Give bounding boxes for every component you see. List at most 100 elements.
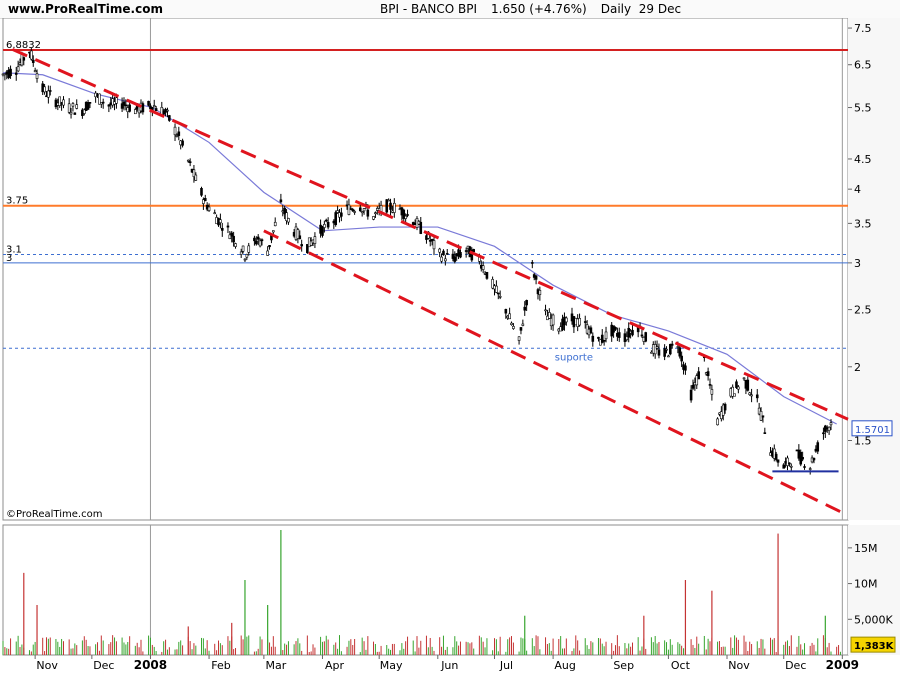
site-url[interactable]: www.ProRealTime.com — [8, 2, 163, 16]
candle-body — [733, 393, 736, 397]
candle-body — [508, 313, 511, 320]
candle-body — [406, 214, 409, 216]
candle-body — [510, 322, 513, 326]
candle-body — [498, 295, 502, 298]
candle-body — [62, 99, 65, 106]
horizontal-level-label: 6.8832 — [6, 40, 41, 51]
chart-title: BPI - BANCO BPI 1.650 (+4.76%) Daily 29 De… — [380, 2, 695, 16]
candle-body — [419, 221, 423, 234]
x-axis-label: Aug — [554, 659, 575, 672]
candle-body — [273, 221, 277, 227]
candle-body — [678, 347, 682, 357]
candle-body — [708, 384, 712, 386]
candle-body — [207, 206, 211, 211]
candle-body — [389, 202, 392, 210]
candle-body — [670, 343, 674, 346]
candle-body — [438, 248, 441, 253]
x-axis-label: Apr — [325, 659, 345, 672]
candle-body — [351, 209, 355, 212]
candle-body — [737, 386, 740, 390]
candle-body — [761, 415, 765, 418]
candle-body — [16, 66, 20, 72]
horizontal-level-label: 3 — [6, 253, 12, 264]
candle-body — [519, 327, 523, 331]
candle-body — [31, 59, 35, 63]
candle-body — [134, 109, 137, 115]
candle-body — [657, 349, 661, 356]
candle-body — [755, 394, 759, 399]
candle-body — [589, 327, 593, 334]
x-axis-label: Jul — [499, 659, 513, 672]
candle-body — [14, 72, 18, 75]
candle-body — [684, 365, 687, 371]
candle-body — [614, 327, 617, 330]
candle-body — [548, 312, 551, 319]
candle-body — [253, 237, 256, 242]
candle-body — [710, 389, 714, 395]
candle-body — [9, 68, 12, 77]
candle-body — [786, 457, 789, 466]
candle-body — [141, 103, 145, 113]
price-change: 1.650 (+4.76%) — [491, 2, 587, 16]
candle-body — [669, 344, 672, 355]
candle-body — [578, 318, 581, 326]
candle-body — [534, 275, 538, 280]
candle-body — [47, 90, 50, 98]
x-axis-label: Mar — [265, 659, 286, 672]
candle-body — [512, 326, 515, 329]
candle-body — [203, 197, 207, 202]
candle-body — [200, 188, 203, 196]
candle-body — [680, 355, 683, 362]
candle-body — [188, 161, 192, 164]
candle-body — [459, 252, 462, 258]
candle-body — [442, 250, 445, 256]
candle-body — [691, 384, 695, 389]
candle-body — [247, 245, 251, 253]
x-axis-label: May — [380, 659, 403, 672]
candle-body — [440, 256, 443, 262]
candle-body — [168, 115, 171, 121]
price-axis-tick-label: 3.5 — [854, 217, 872, 230]
candle-body — [776, 459, 780, 463]
candle-body — [604, 331, 608, 340]
candle-body — [115, 97, 118, 104]
candle-body — [67, 103, 71, 113]
candle-body — [75, 104, 79, 109]
volume-axis-tick-label: 10M — [854, 578, 878, 591]
candle-body — [631, 329, 634, 336]
candle-body — [404, 215, 407, 219]
candle-body — [591, 335, 595, 342]
candle-body — [177, 131, 181, 136]
candle-body — [258, 240, 262, 247]
candle-body — [763, 432, 767, 434]
x-axis-label: Feb — [211, 659, 230, 672]
candle-body — [748, 392, 752, 396]
candle-body — [219, 219, 222, 224]
price-axis-tick-label: 3 — [854, 257, 861, 270]
candle-body — [243, 258, 247, 261]
candle-body — [234, 243, 237, 247]
candle-body — [256, 236, 260, 240]
candle-body — [665, 348, 668, 351]
candle-body — [360, 211, 364, 214]
candle-body — [495, 285, 498, 293]
candle-body — [464, 250, 468, 252]
candle-body — [226, 225, 230, 228]
candle-body — [387, 199, 390, 202]
candle-body — [362, 208, 366, 212]
candle-body — [742, 377, 746, 380]
candle-body — [326, 221, 330, 228]
candle-body — [617, 332, 621, 338]
candle-body — [808, 468, 812, 470]
candle-body — [829, 422, 833, 426]
annotations: suporte — [555, 352, 593, 363]
candle-body — [166, 109, 169, 112]
chart-header: www.ProRealTime.com BPI - BANCO BPI 1.650… — [0, 0, 900, 19]
candle-body — [33, 70, 37, 73]
candle-body — [323, 224, 326, 228]
candle-body — [445, 253, 449, 255]
price-axis-tick-label: 4.5 — [854, 153, 872, 166]
candle-body — [788, 462, 791, 465]
candle-body — [334, 212, 338, 225]
candle-body — [48, 90, 52, 92]
